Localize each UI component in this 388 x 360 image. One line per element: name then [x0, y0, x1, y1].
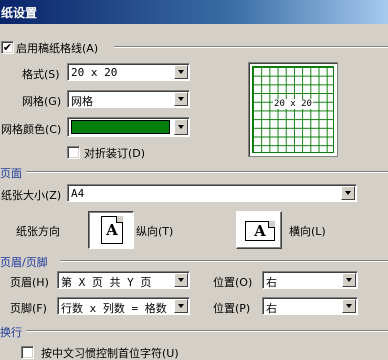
chevron-down-icon[interactable]: [174, 299, 188, 313]
page-section-divider: [26, 171, 388, 173]
color-swatch: [71, 120, 170, 134]
grid-type-select[interactable]: 网格: [67, 90, 190, 108]
chevron-down-icon[interactable]: [341, 186, 355, 200]
chevron-down-icon[interactable]: [342, 299, 356, 313]
orientation-label: 纸张方向: [16, 225, 60, 238]
fold-binding-checkbox[interactable]: [67, 146, 80, 159]
header-select[interactable]: 第 X 页 共 Y 页: [57, 271, 190, 289]
header-position-label: 位置(O): [213, 276, 253, 289]
header-footer-section-divider: [60, 260, 388, 262]
chevron-down-icon[interactable]: [342, 273, 356, 287]
grid-color-select[interactable]: [67, 117, 190, 137]
chinese-control-checkbox[interactable]: [21, 346, 34, 359]
grid-type-label: 网格(G): [22, 95, 62, 108]
fold-binding-label[interactable]: 对折装订(D): [84, 145, 145, 161]
window-title-bar[interactable]: 纸设置: [0, 0, 388, 24]
grid-preview: 20 x 20: [248, 62, 338, 157]
footer-label: 页脚(F): [10, 302, 47, 315]
paper-size-select[interactable]: A4: [67, 184, 357, 202]
footer-position-value: 右: [266, 302, 277, 315]
paper-size-label: 纸张大小(Z): [1, 189, 62, 202]
grid-preview-lines: [252, 66, 334, 153]
line-break-section-divider: [26, 330, 388, 332]
landscape-label[interactable]: 横向(L): [289, 223, 326, 239]
enable-grid-label[interactable]: 启用稿纸格线(A): [16, 40, 98, 56]
chevron-down-icon[interactable]: [174, 92, 188, 106]
chevron-down-icon[interactable]: [174, 65, 188, 79]
grid-section-divider: [114, 46, 388, 48]
header-footer-section-title: 页眉/页脚: [0, 256, 48, 269]
landscape-button[interactable]: A: [236, 211, 282, 249]
style-label: 格式(S): [22, 68, 60, 81]
footer-select[interactable]: 行数 x 列数 = 格数: [57, 297, 190, 315]
footer-position-select[interactable]: 右: [262, 297, 358, 315]
portrait-page-glyph: A: [106, 221, 118, 239]
enable-grid-checkbox[interactable]: ✔: [1, 41, 14, 54]
window-title: 纸设置: [1, 6, 38, 20]
style-select[interactable]: 20 x 20: [67, 63, 190, 81]
grid-type-select-value: 网格: [71, 95, 93, 108]
chevron-down-icon[interactable]: [174, 273, 188, 287]
portrait-page-icon: A: [101, 216, 123, 244]
portrait-button[interactable]: A: [88, 211, 134, 249]
header-position-value: 右: [266, 276, 277, 289]
style-select-value: 20 x 20: [71, 66, 118, 79]
footer-position-label: 位置(P): [213, 302, 251, 315]
footer-select-value: 行数 x 列数 = 格数: [61, 302, 167, 315]
landscape-page-glyph: A: [254, 222, 266, 240]
grid-preview-text: 20 x 20: [273, 99, 313, 109]
header-select-value: 第 X 页 共 Y 页: [61, 276, 152, 289]
header-position-select[interactable]: 右: [262, 271, 358, 289]
landscape-page-icon: A: [245, 221, 275, 241]
grid-color-label: 网格颜色(C): [1, 123, 62, 136]
header-label: 页眉(H): [10, 276, 49, 289]
chinese-control-label[interactable]: 按中文习惯控制首位字符(U): [41, 345, 179, 360]
portrait-label[interactable]: 纵向(T): [136, 223, 173, 239]
line-break-section-title: 换行: [0, 326, 22, 339]
paper-size-select-value: A4: [71, 187, 85, 200]
chevron-down-icon[interactable]: [174, 119, 188, 135]
page-section-title: 页面: [0, 167, 22, 180]
